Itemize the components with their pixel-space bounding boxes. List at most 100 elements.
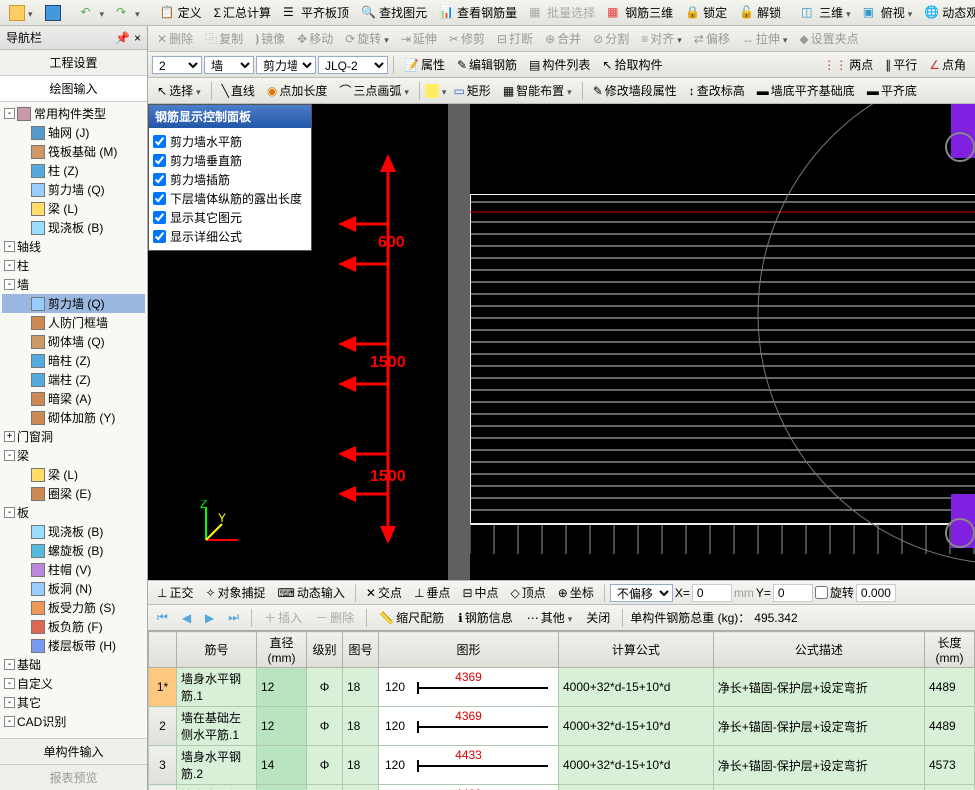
- nav-next[interactable]: ▶: [200, 608, 219, 628]
- expand-icon[interactable]: -: [4, 716, 15, 727]
- tree-item[interactable]: 筏板基础 (M): [2, 142, 145, 161]
- tab-single-member[interactable]: 单构件输入: [0, 738, 147, 764]
- col-header[interactable]: 公式描述: [713, 632, 924, 668]
- expand-icon[interactable]: -: [4, 450, 15, 461]
- grade[interactable]: Φ: [307, 746, 343, 785]
- diameter[interactable]: 12: [257, 668, 307, 707]
- 3d-button[interactable]: ◫三维: [796, 1, 856, 24]
- align-button[interactable]: ≡对齐: [636, 27, 687, 50]
- del-row-button[interactable]: －删除: [311, 606, 359, 629]
- tree-item[interactable]: 人防门框墙: [2, 313, 145, 332]
- top-view-button[interactable]: ▣俯视: [858, 1, 918, 24]
- col-header[interactable]: 直径(mm): [257, 632, 307, 668]
- category-select[interactable]: 墙: [204, 56, 254, 74]
- rot-field[interactable]: 0.000: [856, 584, 896, 602]
- tree-item[interactable]: 现浇板 (B): [2, 218, 145, 237]
- rebar-info-button[interactable]: ℹ钢筋信息: [453, 606, 518, 629]
- display-option[interactable]: 剪力墙垂直筋: [153, 151, 307, 170]
- insert-button[interactable]: ＋插入: [259, 606, 307, 629]
- col-header[interactable]: 图号: [343, 632, 379, 668]
- trim-button[interactable]: ✂修剪: [444, 27, 490, 50]
- other-button[interactable]: ⋯其他: [522, 606, 578, 629]
- tree-item[interactable]: 剪力墙 (Q): [2, 294, 145, 313]
- member-select[interactable]: JLQ-2: [318, 56, 388, 74]
- select-button[interactable]: ↖选择: [152, 79, 206, 102]
- offset-button[interactable]: ⇄偏移: [689, 27, 735, 50]
- expand-icon[interactable]: -: [4, 507, 15, 518]
- col-header[interactable]: 计算公式: [559, 632, 714, 668]
- formula[interactable]: 4000+37*d-15+10*d: [559, 785, 714, 790]
- display-checkbox[interactable]: [153, 192, 166, 205]
- move-button[interactable]: ✥移动: [292, 27, 338, 50]
- expand-icon[interactable]: -: [4, 678, 15, 689]
- parallel-button[interactable]: ∥平行: [880, 53, 922, 76]
- x-field[interactable]: 0: [692, 584, 732, 602]
- extend-button[interactable]: ⇥延伸: [396, 27, 442, 50]
- type-select[interactable]: 剪力墙: [256, 56, 316, 74]
- expand-icon[interactable]: -: [4, 108, 15, 119]
- nav-prev[interactable]: ◀: [177, 608, 196, 628]
- tree-item[interactable]: 端柱 (Z): [2, 370, 145, 389]
- table-row[interactable]: 3墙身水平钢筋.214Φ1812044334000+32*d-15+10*d净长…: [149, 746, 975, 785]
- row-header[interactable]: 2: [149, 707, 177, 746]
- formula-desc[interactable]: 净长+锚固-保护层+设定弯折: [713, 668, 924, 707]
- undo-button[interactable]: ↶: [76, 2, 110, 24]
- expand-icon[interactable]: -: [4, 241, 15, 252]
- grips-button[interactable]: ◆设置夹点: [794, 27, 863, 50]
- tree-item[interactable]: -板: [2, 503, 145, 522]
- scale-rebar-button[interactable]: 📏缩尺配筋: [374, 606, 449, 629]
- wall-base-button[interactable]: ▬墙底平齐基础底: [752, 79, 860, 102]
- display-checkbox[interactable]: [153, 173, 166, 186]
- shape-cell[interactable]: 1204433: [379, 746, 559, 785]
- rebar-3d-button[interactable]: ▦钢筋三维: [602, 1, 678, 24]
- row-header[interactable]: 1*: [149, 668, 177, 707]
- col-header[interactable]: 级别: [307, 632, 343, 668]
- col-header[interactable]: 筋号: [177, 632, 257, 668]
- tree-item[interactable]: 轴网 (J): [2, 123, 145, 142]
- point-len-button[interactable]: ◉点加长度: [262, 79, 333, 102]
- color-left[interactable]: [425, 84, 439, 98]
- smart-layout-button[interactable]: ▦智能布置: [498, 79, 577, 102]
- point-angle-button[interactable]: ∠点角: [924, 53, 971, 76]
- props-button[interactable]: 📝属性: [399, 53, 450, 76]
- tab-report-preview[interactable]: 报表预览: [0, 764, 147, 790]
- save-button[interactable]: [40, 2, 66, 24]
- tree-item[interactable]: 楼层板带 (H): [2, 636, 145, 655]
- close-grid-button[interactable]: 关闭: [581, 606, 615, 629]
- shape-cell[interactable]: 1204369: [379, 707, 559, 746]
- table-row[interactable]: 2墙在基础左侧水平筋.112Φ1812043694000+32*d-15+10*…: [149, 707, 975, 746]
- pick-button[interactable]: ↖拾取构件: [597, 53, 667, 76]
- grade[interactable]: Φ: [307, 707, 343, 746]
- shape-no[interactable]: 18: [343, 668, 379, 707]
- tree-item[interactable]: 螺旋板 (B): [2, 541, 145, 560]
- split-button[interactable]: ⊘分割: [588, 27, 634, 50]
- tree-item[interactable]: +门窗洞: [2, 427, 145, 446]
- tree-item[interactable]: 暗梁 (A): [2, 389, 145, 408]
- drawing-canvas[interactable]: 钢筋显示控制面板 剪力墙水平筋剪力墙垂直筋剪力墙插筋下层墙体纵筋的露出长度显示其…: [148, 104, 975, 580]
- formula-desc[interactable]: 净长+锚固-保护层+设定弯折: [713, 746, 924, 785]
- tree-item[interactable]: 剪力墙 (Q): [2, 180, 145, 199]
- rebar-name[interactable]: 墙身水平钢筋.1: [177, 668, 257, 707]
- snap-coord[interactable]: ⊕坐标: [553, 581, 599, 604]
- tree-item[interactable]: -基础: [2, 655, 145, 674]
- display-option[interactable]: 显示其它图元: [153, 208, 307, 227]
- rect-button[interactable]: ▭矩形: [448, 79, 495, 102]
- flush-top-button[interactable]: ☰平齐板顶: [278, 1, 354, 24]
- snap-mid[interactable]: ⊟中点: [457, 581, 503, 604]
- redo-button[interactable]: ↷: [111, 2, 145, 24]
- shape-cell[interactable]: 1204369: [379, 668, 559, 707]
- y-field[interactable]: 0: [773, 584, 813, 602]
- define-button[interactable]: 📋定义: [155, 1, 207, 24]
- shape-no[interactable]: 18: [343, 785, 379, 790]
- rebar-name[interactable]: 墙身水平钢筋.2: [177, 746, 257, 785]
- rebar-name[interactable]: 墙在基础左侧水平筋.1: [177, 707, 257, 746]
- tree-item[interactable]: -常用构件类型: [2, 104, 145, 123]
- nav-close-icon[interactable]: ×: [134, 31, 141, 45]
- tree-item[interactable]: -CAD识别: [2, 712, 145, 731]
- unlock-button[interactable]: 🔓解锁: [734, 1, 786, 24]
- osnap-button[interactable]: ✧对象捕捉: [200, 581, 270, 604]
- tree-item[interactable]: 现浇板 (B): [2, 522, 145, 541]
- delete-button[interactable]: ✕删除: [152, 27, 198, 50]
- open-button[interactable]: [4, 2, 38, 24]
- tree-item[interactable]: -梁: [2, 446, 145, 465]
